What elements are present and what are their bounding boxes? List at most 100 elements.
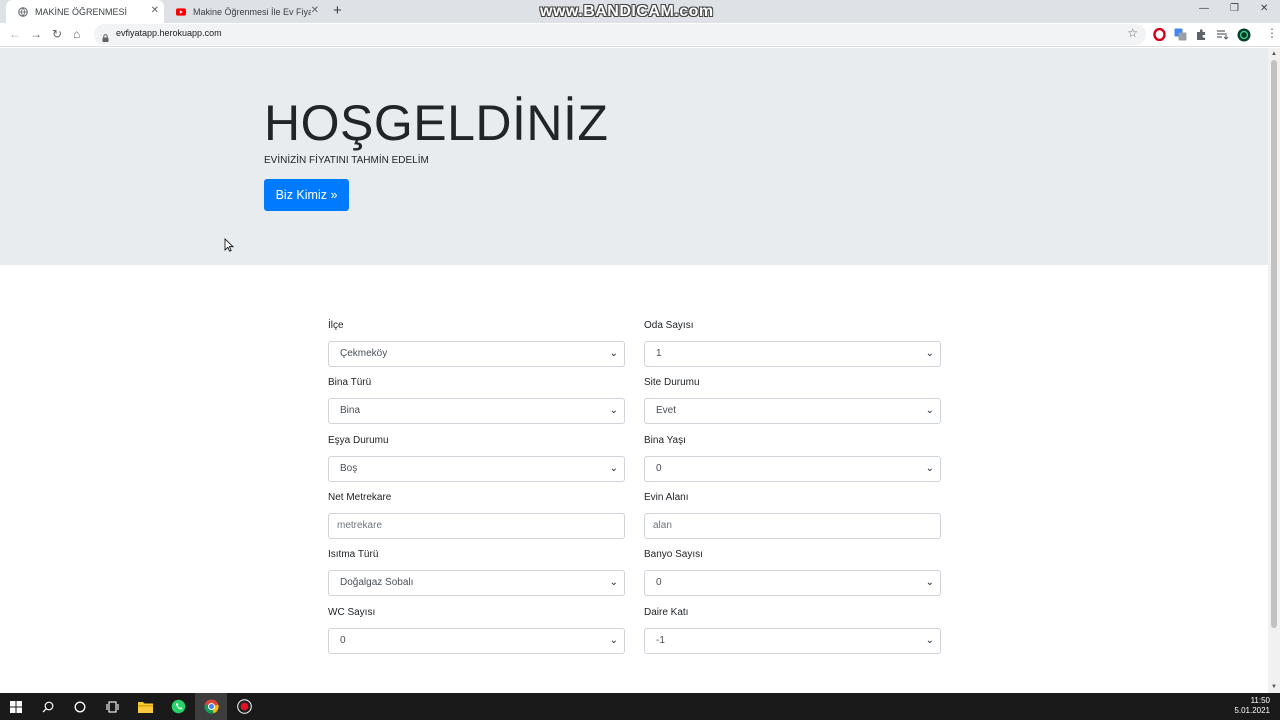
banyo-sayisi-select[interactable]: 0 ⌄ — [644, 570, 941, 596]
cortana-icon[interactable] — [64, 693, 96, 720]
ilce-select[interactable]: Çekmeköy ⌄ — [328, 341, 625, 367]
bina-yasi-label: Bina Yaşı — [644, 435, 686, 446]
daire-kati-value: -1 — [656, 635, 665, 646]
chevron-down-icon: ⌄ — [925, 405, 934, 416]
site-durumu-value: Evet — [656, 405, 677, 416]
hero-jumbotron: HOŞGELDİNİZ EVİNİZİN FİYATINI TAHMİN EDE… — [0, 48, 1268, 265]
ilce-value: Çekmeköy — [340, 348, 388, 359]
chevron-down-icon: ⌄ — [609, 405, 618, 416]
new-tab-button[interactable]: + — [333, 3, 342, 19]
isitma-turu-value: Doğalgaz Sobalı — [340, 577, 414, 588]
lock-icon — [102, 29, 109, 42]
evin-alani-placeholder: alan — [653, 520, 672, 531]
browser-toolbar: ← → ↻ ⌂ evfiyatapp.herokuapp.com ☆ ⋮ — [0, 23, 1280, 47]
bandicam-record-icon[interactable] — [228, 693, 260, 720]
bina-turu-select[interactable]: Bina ⌄ — [328, 398, 625, 424]
search-icon[interactable] — [32, 693, 64, 720]
bina-turu-label: Bina Türü — [328, 377, 372, 388]
bandicam-watermark: www.BANDICAM.com — [540, 3, 714, 20]
bina-turu-value: Bina — [340, 405, 361, 416]
site-durumu-field: Site Durumu Evet ⌄ — [644, 377, 941, 424]
daire-kati-label: Daire Katı — [644, 607, 689, 618]
reload-icon[interactable]: ↻ — [52, 27, 62, 41]
chevron-down-icon: ⌄ — [925, 463, 934, 474]
esya-durumu-field: Eşya Durumu Boş ⌄ — [328, 435, 625, 482]
wc-sayisi-label: WC Sayısı — [328, 607, 376, 618]
clock-date: 5.01.2021 — [1234, 706, 1270, 715]
biz-kimiz-button[interactable]: Biz Kimiz » — [264, 179, 349, 211]
chevron-down-icon: ⌄ — [609, 348, 618, 359]
reading-list-icon[interactable] — [1216, 28, 1229, 41]
site-durumu-select[interactable]: Evet ⌄ — [644, 398, 941, 424]
oda-sayisi-label: Oda Sayısı — [644, 320, 694, 331]
extensions-puzzle-icon[interactable] — [1195, 28, 1208, 41]
task-view-icon[interactable] — [96, 693, 128, 720]
scroll-up-arrow-icon[interactable]: ▲ — [1271, 51, 1277, 57]
translate-icon[interactable] — [1174, 28, 1187, 41]
chrome-menu-icon[interactable]: ⋮ — [1266, 26, 1278, 40]
address-bar[interactable]: evfiyatapp.herokuapp.com ☆ — [94, 24, 1146, 45]
evin-alani-field: Evin Alanı alan — [644, 492, 941, 539]
oda-sayisi-select[interactable]: 1 ⌄ — [644, 341, 941, 367]
back-arrow-icon[interactable]: ← — [9, 27, 21, 41]
scrollbar-thumb[interactable] — [1271, 60, 1277, 628]
chevron-down-icon: ⌄ — [609, 635, 618, 646]
chevron-down-icon: ⌄ — [925, 348, 934, 359]
close-tab-icon[interactable]: ✕ — [151, 5, 159, 17]
ilce-field: İlçe Çekmeköy ⌄ — [328, 320, 625, 367]
chevron-down-icon: ⌄ — [925, 577, 934, 588]
daire-kati-select[interactable]: -1 ⌄ — [644, 628, 941, 654]
net-metrekare-label: Net Metrekare — [328, 492, 392, 503]
wc-sayisi-value: 0 — [340, 635, 346, 646]
scroll-down-arrow-icon[interactable]: ▼ — [1271, 684, 1277, 690]
oda-sayisi-value: 1 — [656, 348, 662, 359]
banyo-sayisi-field: Banyo Sayısı 0 ⌄ — [644, 549, 941, 596]
page-title: HOŞGELDİNİZ — [264, 95, 609, 151]
bina-yasi-select[interactable]: 0 ⌄ — [644, 456, 941, 482]
windows-taskbar: 11:50 5.01.2021 — [0, 693, 1280, 720]
bookmark-star-icon[interactable]: ☆ — [1127, 26, 1138, 40]
clock[interactable]: 11:50 5.01.2021 — [1234, 696, 1270, 716]
wc-sayisi-select[interactable]: 0 ⌄ — [328, 628, 625, 654]
evin-alani-input[interactable]: alan — [644, 513, 941, 539]
opera-icon[interactable] — [1153, 27, 1166, 42]
tab-makine-ogrenmesi[interactable]: MAKİNE ÖĞRENMESİ ✕ — [6, 0, 164, 23]
wc-sayisi-field: WC Sayısı 0 ⌄ — [328, 607, 625, 654]
whatsapp-icon[interactable] — [162, 693, 194, 720]
clock-time: 11:50 — [1250, 696, 1270, 705]
tab-youtube-video[interactable]: Makine Öğrenmesi İle Ev Fiyat Ta ✕ — [164, 0, 324, 23]
net-metrekare-input[interactable]: metrekare — [328, 513, 625, 539]
esya-durumu-select[interactable]: Boş ⌄ — [328, 456, 625, 482]
chevron-down-icon: ⌄ — [609, 463, 618, 474]
page-content: HOŞGELDİNİZ EVİNİZİN FİYATINI TAHMİN EDE… — [0, 48, 1268, 693]
close-tab-icon[interactable]: ✕ — [311, 5, 319, 17]
esya-durumu-label: Eşya Durumu — [328, 435, 389, 446]
bina-yasi-value: 0 — [656, 463, 662, 474]
bina-yasi-field: Bina Yaşı 0 ⌄ — [644, 435, 941, 482]
banyo-sayisi-value: 0 — [656, 577, 662, 588]
chrome-taskbar-icon[interactable] — [195, 693, 227, 720]
restore-icon[interactable]: ❐ — [1230, 3, 1239, 14]
isitma-turu-select[interactable]: Doğalgaz Sobalı ⌄ — [328, 570, 625, 596]
youtube-icon — [176, 7, 186, 17]
url-text: evfiyatapp.herokuapp.com — [116, 28, 222, 38]
tab-title: MAKİNE ÖĞRENMESİ — [35, 6, 128, 17]
net-metrekare-field: Net Metrekare metrekare — [328, 492, 625, 539]
isitma-turu-label: Isıtma Türü — [328, 549, 379, 560]
page-subtitle: EVİNİZİN FİYATINI TAHMİN EDELİM — [264, 155, 429, 166]
net-metrekare-placeholder: metrekare — [337, 520, 383, 531]
esya-durumu-value: Boş — [340, 463, 358, 474]
evin-alani-label: Evin Alanı — [644, 492, 689, 503]
forward-arrow-icon[interactable]: → — [30, 27, 42, 41]
mouse-cursor-icon — [224, 238, 234, 252]
page-scrollbar[interactable]: ▲ ▼ — [1268, 48, 1280, 693]
globe-icon — [18, 6, 28, 17]
file-explorer-icon[interactable] — [129, 693, 161, 720]
site-durumu-label: Site Durumu — [644, 377, 700, 388]
close-window-icon[interactable]: ✕ — [1260, 3, 1268, 14]
minimize-icon[interactable]: — — [1199, 3, 1209, 14]
isitma-turu-field: Isıtma Türü Doğalgaz Sobalı ⌄ — [328, 549, 625, 596]
windows-start-icon[interactable] — [0, 693, 32, 720]
home-icon[interactable]: ⌂ — [73, 27, 80, 41]
profile-avatar-icon[interactable] — [1237, 28, 1251, 42]
